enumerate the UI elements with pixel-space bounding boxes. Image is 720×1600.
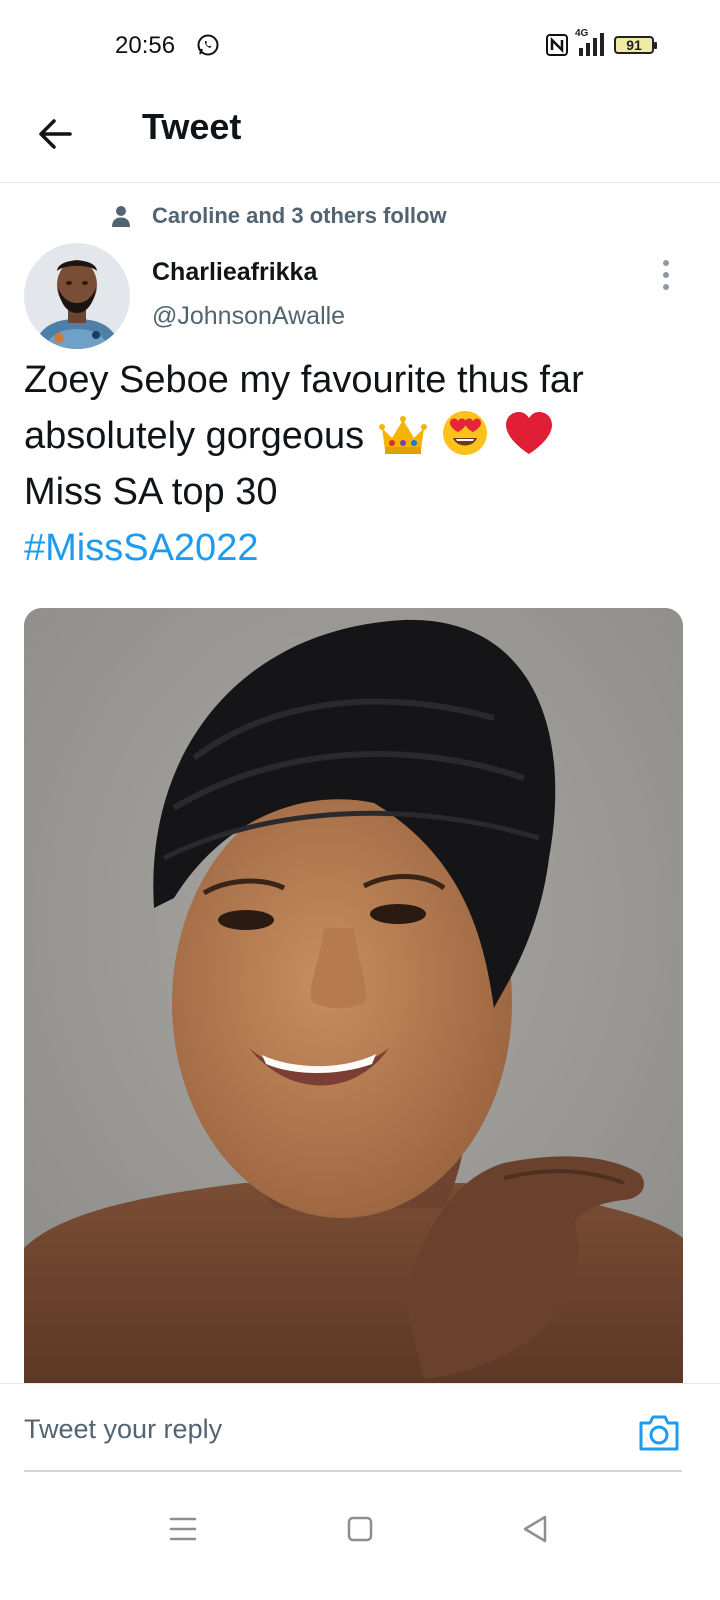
author-name[interactable]: Charlieafrikka <box>152 258 317 287</box>
signal-icon <box>579 33 604 56</box>
crown-emoji <box>378 416 427 454</box>
tweet-text-line: Zoey Seboe my favourite thus far <box>24 359 584 401</box>
social-context-text: Caroline and 3 others follow <box>152 203 447 228</box>
menu-icon[interactable] <box>163 1509 203 1549</box>
reply-divider <box>24 1470 682 1472</box>
heart-eyes-emoji <box>443 411 488 455</box>
tweet-text: Zoey Seboe my favourite thus far absolut… <box>24 352 704 576</box>
hashtag-link[interactable]: #MissSA2022 <box>24 520 704 576</box>
tweet-text-line-with-emoji: absolutely gorgeous <box>24 408 704 464</box>
camera-icon[interactable] <box>637 1412 681 1454</box>
status-bar: 20:56 4G 91 <box>0 0 720 90</box>
red-heart-emoji <box>505 412 552 454</box>
nfc-icon <box>546 34 568 56</box>
more-options-icon[interactable] <box>652 258 680 292</box>
person-icon <box>112 206 130 227</box>
author-handle[interactable]: @JohnsonAwalle <box>152 302 345 331</box>
whatsapp-icon <box>197 34 219 56</box>
avatar[interactable] <box>24 243 130 349</box>
back-triangle-icon[interactable] <box>516 1509 556 1549</box>
battery-icon: 91 <box>614 36 657 54</box>
tweet-text-line: Miss SA top 30 <box>24 471 278 513</box>
social-context[interactable]: Caroline and 3 others follow <box>110 199 447 233</box>
page-title: Tweet <box>142 106 242 147</box>
system-nav-bar <box>0 1473 720 1600</box>
tweet-text-fragment: absolutely gorgeous <box>24 415 365 457</box>
status-time: 20:56 <box>115 32 176 59</box>
reply-input[interactable]: Tweet your reply <box>24 1414 222 1445</box>
home-square-icon[interactable] <box>340 1509 380 1549</box>
reply-bar: Tweet your reply <box>0 1383 720 1474</box>
arrow-left-icon[interactable] <box>30 108 82 160</box>
top-app-bar: Tweet <box>0 90 720 183</box>
battery-level: 91 <box>626 37 642 53</box>
tweet-photo[interactable] <box>24 608 683 1388</box>
